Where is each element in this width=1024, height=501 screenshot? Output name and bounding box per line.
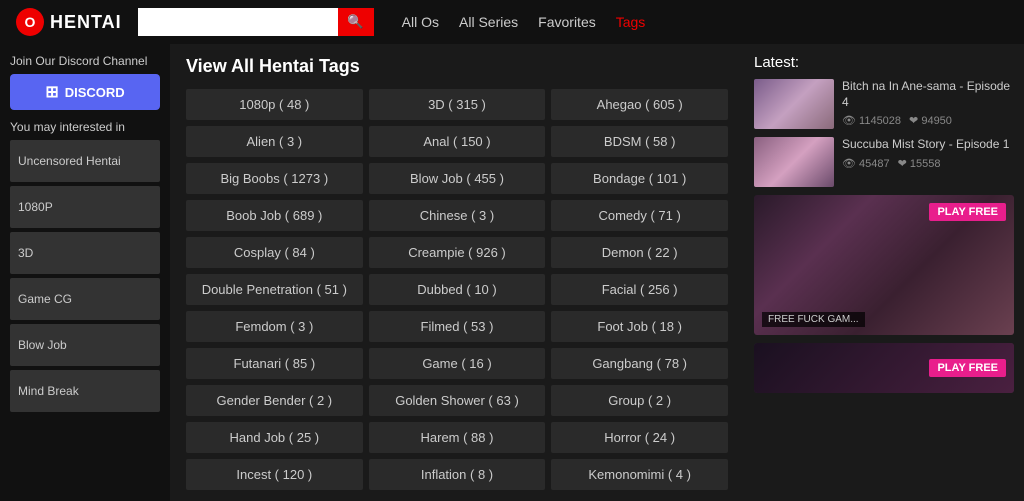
content: View All Hentai Tags 1080p ( 48 ) 3D ( 3…: [170, 44, 744, 501]
latest-item-1: Bitch na In Ane-sama - Episode 4 1145028…: [754, 79, 1014, 129]
latest-info-1: Bitch na In Ane-sama - Episode 4 1145028…: [842, 79, 1014, 127]
sidebar-item-label: Blow Job: [18, 338, 67, 352]
tag-item[interactable]: Boob Job ( 689 ): [186, 200, 363, 231]
main: Join Our Discord Channel ⊞ DISCORD You m…: [0, 44, 1024, 501]
tag-item[interactable]: Gangbang ( 78 ): [551, 348, 728, 379]
tag-item[interactable]: Blow Job ( 455 ): [369, 163, 546, 194]
discord-section: Join Our Discord Channel ⊞ DISCORD: [10, 54, 160, 110]
discord-label: DISCORD: [65, 85, 125, 100]
logo-icon: O: [16, 8, 44, 36]
nav-tags[interactable]: Tags: [616, 14, 646, 30]
tag-item[interactable]: Futanari ( 85 ): [186, 348, 363, 379]
sidebar-item-label: 3D: [18, 246, 33, 260]
latest-stats: 1145028 94950: [842, 114, 1014, 127]
tag-item[interactable]: Group ( 2 ): [551, 385, 728, 416]
sidebar-item-3d[interactable]: 3D: [10, 232, 160, 274]
tag-item[interactable]: Comedy ( 71 ): [551, 200, 728, 231]
ad-label: FREE FUCK GAM...: [762, 312, 865, 327]
logo-name: HENTAI: [50, 12, 122, 33]
tag-item[interactable]: Kemonomimi ( 4 ): [551, 459, 728, 490]
tag-item[interactable]: Golden Shower ( 63 ): [369, 385, 546, 416]
like-count: 15558: [898, 157, 941, 170]
tags-grid: 1080p ( 48 ) 3D ( 315 ) Ahegao ( 605 ) A…: [186, 89, 728, 490]
sidebar-item-uncensored[interactable]: Uncensored Hentai: [10, 140, 160, 182]
nav-all-os[interactable]: All Os: [402, 14, 439, 30]
latest-title: Latest:: [754, 54, 1014, 71]
tag-item[interactable]: 3D ( 315 ): [369, 89, 546, 120]
tag-item[interactable]: Ahegao ( 605 ): [551, 89, 728, 120]
search-bar: 🔍: [138, 8, 378, 36]
sidebar-item-label: Game CG: [18, 292, 72, 306]
latest-thumb-1[interactable]: [754, 79, 834, 129]
tag-item[interactable]: Big Boobs ( 1273 ): [186, 163, 363, 194]
tag-item[interactable]: Hand Job ( 25 ): [186, 422, 363, 453]
interest-title: You may interested in: [10, 120, 160, 134]
tag-item[interactable]: Gender Bender ( 2 ): [186, 385, 363, 416]
sidebar-item-blowjob[interactable]: Blow Job: [10, 324, 160, 366]
tag-item[interactable]: Harem ( 88 ): [369, 422, 546, 453]
ad-banner-2[interactable]: PLAY FREE: [754, 343, 1014, 393]
tag-item[interactable]: Inflation ( 8 ): [369, 459, 546, 490]
sidebar-item-mindbreak[interactable]: Mind Break: [10, 370, 160, 412]
tag-item[interactable]: Foot Job ( 18 ): [551, 311, 728, 342]
thumbnail-image: [754, 137, 834, 187]
sidebar-item-label: 1080P: [18, 200, 53, 214]
play-free-badge-2: PLAY FREE: [929, 359, 1006, 377]
episode-title[interactable]: Bitch na In Ane-sama - Episode 4: [842, 79, 1014, 110]
tag-item[interactable]: Incest ( 120 ): [186, 459, 363, 490]
view-count: 45487: [842, 157, 890, 170]
tag-item[interactable]: Game ( 16 ): [369, 348, 546, 379]
header: O HENTAI 🔍 All Os All Series Favorites T…: [0, 0, 1024, 44]
ad-banner-1[interactable]: PLAY FREE FREE FUCK GAM...: [754, 195, 1014, 335]
tag-item[interactable]: Horror ( 24 ): [551, 422, 728, 453]
tag-item[interactable]: Chinese ( 3 ): [369, 200, 546, 231]
tag-item[interactable]: Cosplay ( 84 ): [186, 237, 363, 268]
search-input[interactable]: [138, 8, 338, 36]
tag-item[interactable]: 1080p ( 48 ): [186, 89, 363, 120]
discord-button[interactable]: ⊞ DISCORD: [10, 74, 160, 110]
tag-item[interactable]: Creampie ( 926 ): [369, 237, 546, 268]
search-icon: 🔍: [347, 14, 364, 30]
sidebar-item-label: Mind Break: [18, 384, 79, 398]
page-title: View All Hentai Tags: [186, 56, 728, 77]
nav: All Os All Series Favorites Tags: [402, 14, 646, 30]
latest-thumb-2[interactable]: [754, 137, 834, 187]
right-panel: Latest: Bitch na In Ane-sama - Episode 4…: [744, 44, 1024, 501]
like-count: 94950: [909, 114, 952, 127]
tag-item[interactable]: Facial ( 256 ): [551, 274, 728, 305]
latest-info-2: Succuba Mist Story - Episode 1 45487 155…: [842, 137, 1014, 170]
sidebar-item-label: Uncensored Hentai: [18, 154, 121, 168]
sidebar-item-gamecg[interactable]: Game CG: [10, 278, 160, 320]
tag-item[interactable]: Alien ( 3 ): [186, 126, 363, 157]
logo: O HENTAI: [16, 8, 122, 36]
discord-icon: ⊞: [45, 82, 58, 102]
tag-item[interactable]: Demon ( 22 ): [551, 237, 728, 268]
sidebar-item-1080p[interactable]: 1080P: [10, 186, 160, 228]
latest-stats: 45487 15558: [842, 157, 1014, 170]
thumbnail-image: [754, 79, 834, 129]
search-button[interactable]: 🔍: [338, 8, 374, 36]
tag-item[interactable]: Bondage ( 101 ): [551, 163, 728, 194]
tag-item[interactable]: Filmed ( 53 ): [369, 311, 546, 342]
discord-title: Join Our Discord Channel: [10, 54, 160, 68]
tag-item[interactable]: Double Penetration ( 51 ): [186, 274, 363, 305]
sidebar: Join Our Discord Channel ⊞ DISCORD You m…: [0, 44, 170, 501]
play-free-badge: PLAY FREE: [929, 203, 1006, 221]
nav-favorites[interactable]: Favorites: [538, 14, 596, 30]
tag-item[interactable]: Anal ( 150 ): [369, 126, 546, 157]
tag-item[interactable]: Femdom ( 3 ): [186, 311, 363, 342]
tag-item[interactable]: Dubbed ( 10 ): [369, 274, 546, 305]
tag-item[interactable]: BDSM ( 58 ): [551, 126, 728, 157]
view-count: 1145028: [842, 114, 901, 127]
episode-title[interactable]: Succuba Mist Story - Episode 1: [842, 137, 1014, 153]
latest-item-2: Succuba Mist Story - Episode 1 45487 155…: [754, 137, 1014, 187]
nav-all-series[interactable]: All Series: [459, 14, 518, 30]
